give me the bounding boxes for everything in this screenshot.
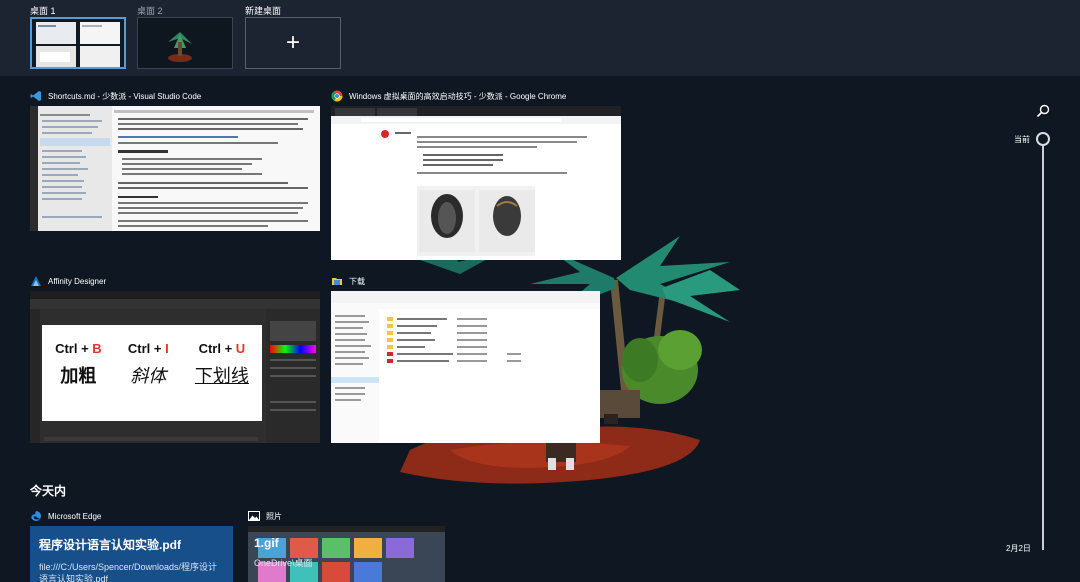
window-vscode-header: Shortcuts.md - 少数派 - Visual Studio Code: [30, 86, 320, 106]
new-desktop-button[interactable]: +: [245, 17, 341, 69]
window-file-explorer[interactable]: 下载: [331, 271, 600, 443]
timeline-track[interactable]: [1042, 140, 1044, 550]
activity-edge-app: Microsoft Edge: [48, 511, 102, 521]
timeline-section-title: 今天内: [30, 484, 67, 498]
chrome-page-preview: [331, 106, 621, 256]
timeline-current-label: 当前: [1014, 135, 1030, 144]
new-desktop[interactable]: 新建桌面 +: [245, 4, 341, 69]
affinity-canvas[interactable]: Ctrl + B 加粗 Ctrl + I 斜体 Ctrl + U 下划线: [42, 325, 262, 421]
window-affinity-title: Affinity Designer: [48, 276, 107, 286]
shortcut-bold: Ctrl + B 加粗: [55, 341, 102, 421]
desktop-1-thumbnail[interactable]: [30, 17, 126, 69]
chrome-icon: [331, 90, 343, 102]
window-affinity-preview: Ctrl + B 加粗 Ctrl + I 斜体 Ctrl + U 下划线: [30, 291, 320, 443]
shortcut-underline-prefix: Ctrl +: [198, 341, 236, 356]
shortcut-bold-prefix: Ctrl +: [55, 341, 93, 356]
desktop-1[interactable]: 桌面 1: [30, 4, 126, 69]
folder-icon: [332, 278, 342, 285]
shortcut-bold-label: 加粗: [60, 366, 97, 386]
window-explorer-title: 下载: [349, 276, 365, 286]
search-icon[interactable]: [1036, 104, 1050, 118]
shortcut-bold-key: B: [92, 341, 102, 356]
window-chrome-title: Windows 虚拟桌面的高效启动技巧 - 少数派 - Google Chrom…: [349, 91, 567, 101]
shortcut-underline-key: U: [235, 341, 246, 356]
photos-icon: [248, 511, 260, 521]
shortcut-italic-combo: Ctrl + I: [128, 341, 169, 356]
activity-photos-subtitle: OneDrive\桌面: [254, 558, 313, 568]
window-chrome-header: Windows 虚拟桌面的高效启动技巧 - 少数派 - Google Chrom…: [331, 86, 621, 106]
affinity-designer-icon: [31, 276, 41, 286]
desktop-2-label: 桌面 2: [137, 6, 163, 16]
activity-edge-title: 程序设计语言认知实验.pdf: [39, 538, 181, 552]
new-desktop-label: 新建桌面: [245, 6, 282, 16]
vscode-icon: [30, 91, 41, 101]
photos-thumbnail: [248, 526, 445, 582]
activity-card-edge[interactable]: 程序设计语言认知实验.pdf file:///C:/Users/Spencer/…: [30, 526, 233, 582]
window-explorer-preview: [331, 291, 600, 443]
window-explorer-header: 下载: [331, 271, 600, 291]
window-vscode[interactable]: Shortcuts.md - 少数派 - Visual Studio Code: [30, 86, 320, 231]
shortcut-italic: Ctrl + I 斜体: [128, 341, 169, 421]
edge-icon: [31, 511, 41, 521]
window-vscode-title: Shortcuts.md - 少数派 - Visual Studio Code: [48, 91, 202, 101]
desktop-1-preview: [36, 22, 120, 67]
shortcut-underline-combo: Ctrl + U: [195, 341, 249, 356]
desktop-1-label: 桌面 1: [30, 6, 56, 16]
desktop-2[interactable]: 桌面 2: [137, 4, 233, 69]
desktop-2-preview: [138, 18, 232, 68]
timeline-knob[interactable]: [1036, 132, 1050, 146]
window-chrome[interactable]: Windows 虚拟桌面的高效启动技巧 - 少数派 - Google Chrom…: [331, 86, 621, 260]
virtual-desktops-bar: 桌面 1 桌面 2 新建桌面 +: [0, 0, 1080, 76]
window-affinity-header: Affinity Designer: [30, 271, 320, 291]
timeline-date-label[interactable]: 2月2日: [1006, 543, 1031, 554]
shortcut-italic-prefix: Ctrl +: [127, 341, 166, 356]
vscode-editor-preview: [30, 106, 320, 231]
shortcut-underline: Ctrl + U 下划线: [195, 341, 249, 421]
shortcut-italic-key: I: [165, 341, 169, 356]
window-chrome-preview: [331, 106, 621, 260]
activity-photos-app: 照片: [266, 511, 282, 521]
window-affinity-designer[interactable]: Affinity Designer Ctrl + B 加粗 Ctrl + I 斜…: [30, 271, 320, 443]
plus-icon: +: [285, 29, 300, 56]
desktop-2-thumbnail[interactable]: [137, 17, 233, 69]
shortcut-bold-combo: Ctrl + B: [55, 341, 102, 356]
activity-edge-header: Microsoft Edge: [30, 506, 240, 526]
activity-photos-header: 照片: [248, 506, 448, 526]
window-vscode-preview: [30, 106, 320, 231]
activity-edge-subtitle: file:///C:/Users/Spencer/Downloads/程序设计语…: [39, 562, 218, 582]
explorer-list-preview: [331, 291, 600, 443]
shortcut-underline-label: 下划线: [194, 366, 249, 386]
activity-photos-title: 1.gif: [254, 536, 279, 550]
shortcut-italic-label: 斜体: [130, 366, 167, 386]
activity-card-photos[interactable]: 1.gif OneDrive\桌面: [248, 526, 445, 582]
